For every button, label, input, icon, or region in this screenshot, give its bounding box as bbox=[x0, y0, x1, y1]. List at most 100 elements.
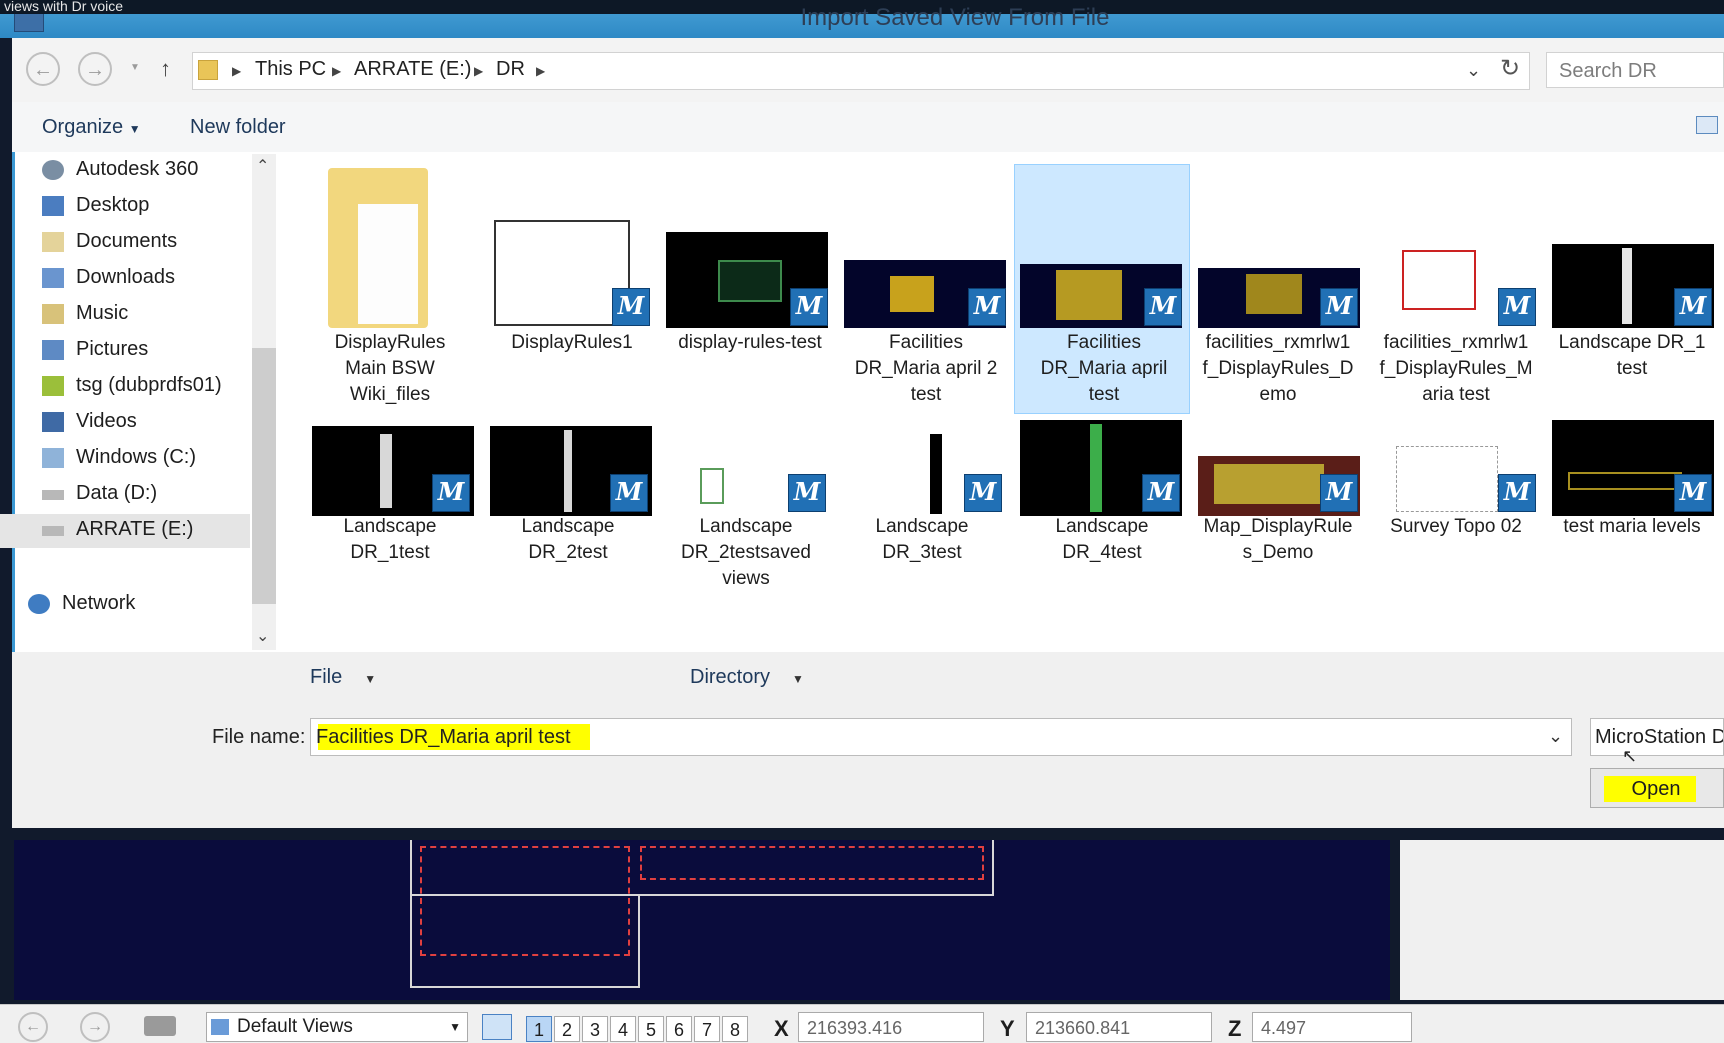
breadcrumb-separator-icon: ▶ bbox=[474, 64, 484, 78]
cloud-icon bbox=[42, 160, 64, 180]
views-dropdown-label: Default Views bbox=[237, 1016, 353, 1037]
tool-settings-panel bbox=[1400, 840, 1724, 1000]
z-coordinate-field[interactable]: 4.497 bbox=[1252, 1012, 1412, 1042]
caret-down-icon: ▼ bbox=[128, 122, 141, 136]
new-folder-button[interactable]: New folder bbox=[190, 116, 286, 139]
mouse-cursor-icon: ↖ bbox=[1622, 746, 1638, 766]
breadcrumb-separator-icon: ▶ bbox=[536, 64, 546, 78]
nav-item-arrate-e[interactable]: ARRATE (E:) bbox=[0, 514, 250, 548]
details-pane-icon[interactable] bbox=[1696, 116, 1718, 134]
documents-icon bbox=[42, 232, 64, 252]
back-button[interactable]: ← bbox=[26, 52, 60, 86]
nav-item-data-d[interactable]: Data (D:) bbox=[0, 478, 250, 512]
arrow-right-icon: → bbox=[87, 1018, 103, 1035]
column-header-file[interactable]: File ▼ bbox=[310, 666, 376, 689]
view-button-2[interactable]: 2 bbox=[554, 1016, 580, 1042]
organize-label: Organize bbox=[42, 116, 124, 138]
microstation-icon: M bbox=[788, 474, 826, 512]
thumbnail-detail bbox=[1246, 274, 1302, 314]
arrow-up-icon: ↑ bbox=[160, 56, 171, 81]
nav-item-windows-c[interactable]: Windows (C:) bbox=[0, 442, 250, 476]
organize-button[interactable]: Organize ▼ bbox=[42, 116, 141, 139]
thumbnail-detail bbox=[380, 434, 392, 508]
desktop-icon bbox=[42, 196, 64, 216]
thumbnail-facilities-maria bbox=[1402, 250, 1476, 310]
breadcrumb-this-pc[interactable]: This PC bbox=[255, 58, 326, 81]
breadcrumb-separator-icon: ▶ bbox=[232, 64, 242, 78]
file-name-dropdown[interactable]: ⌄ bbox=[1548, 726, 1563, 747]
view-windows-icon[interactable] bbox=[482, 1014, 512, 1040]
view-button-3[interactable]: 3 bbox=[582, 1016, 608, 1042]
file-type-filter[interactable]: MicroStation D bbox=[1590, 718, 1724, 756]
file-name-label: File name: bbox=[212, 726, 306, 748]
music-icon bbox=[42, 304, 64, 324]
nav-item-documents[interactable]: Documents bbox=[0, 226, 250, 260]
view-forward-button[interactable]: → bbox=[80, 1012, 110, 1042]
nav-item-tsg[interactable]: tsg (dubprdfs01) bbox=[0, 370, 250, 404]
views-dropdown[interactable]: Default Views ▼ bbox=[206, 1012, 468, 1042]
saved-views-icon[interactable] bbox=[144, 1016, 176, 1036]
thumbnail-detail bbox=[1568, 472, 1682, 490]
microstation-icon: M bbox=[1674, 288, 1712, 326]
up-button[interactable]: ↑ bbox=[160, 56, 171, 82]
drive-icon bbox=[42, 448, 64, 468]
open-button-label: Open bbox=[1631, 778, 1681, 800]
microstation-icon: M bbox=[964, 474, 1002, 512]
nav-item-music[interactable]: Music bbox=[0, 298, 250, 332]
y-coordinate-label: Y bbox=[1000, 1016, 1015, 1041]
view-button-1[interactable]: 1 bbox=[526, 1016, 552, 1042]
microstation-icon: M bbox=[1674, 474, 1712, 512]
nav-item-videos[interactable]: Videos bbox=[0, 406, 250, 440]
view-button-4[interactable]: 4 bbox=[610, 1016, 636, 1042]
nav-item-downloads[interactable]: Downloads bbox=[0, 262, 250, 296]
thumbnail-detail bbox=[890, 276, 934, 312]
nav-item-pictures[interactable]: Pictures bbox=[0, 334, 250, 368]
scroll-down-icon[interactable]: ⌄ bbox=[256, 626, 269, 646]
thumbnail-detail bbox=[1090, 424, 1102, 512]
view-button-7[interactable]: 7 bbox=[694, 1016, 720, 1042]
videos-icon bbox=[42, 412, 64, 432]
nav-scrollbar-thumb[interactable] bbox=[252, 348, 276, 604]
view-button-5[interactable]: 5 bbox=[638, 1016, 664, 1042]
folder-paper-icon bbox=[358, 204, 418, 324]
microstation-icon: M bbox=[432, 474, 470, 512]
microstation-icon: M bbox=[968, 288, 1006, 326]
y-coordinate-field[interactable]: 213660.841 bbox=[1026, 1012, 1212, 1042]
recent-locations-button[interactable]: ▼ bbox=[130, 62, 140, 73]
breadcrumb-arrate[interactable]: ARRATE (E:) bbox=[354, 58, 471, 81]
file-name-value: Facilities DR_Maria april test bbox=[316, 726, 571, 748]
views-icon bbox=[211, 1019, 229, 1035]
search-input[interactable]: Search DR bbox=[1546, 52, 1724, 88]
scroll-up-icon[interactable]: ⌃ bbox=[256, 156, 269, 176]
network-icon bbox=[28, 594, 50, 614]
breadcrumb-dr[interactable]: DR bbox=[496, 58, 525, 81]
downloads-icon bbox=[42, 268, 64, 288]
nav-item-autodesk-360[interactable]: Autodesk 360 bbox=[0, 154, 250, 188]
microstation-icon: M bbox=[610, 474, 648, 512]
drawing-room-block bbox=[420, 846, 630, 956]
caret-down-icon: ▼ bbox=[364, 672, 377, 686]
nav-item-network[interactable]: Network bbox=[0, 588, 236, 622]
network-drive-icon bbox=[42, 376, 64, 396]
view-button-6[interactable]: 6 bbox=[666, 1016, 692, 1042]
column-header-directory[interactable]: Directory ▼ bbox=[690, 666, 804, 689]
x-coordinate-label: X bbox=[774, 1016, 789, 1041]
arrow-right-icon: → bbox=[85, 59, 105, 81]
x-coordinate-field[interactable]: 216393.416 bbox=[798, 1012, 984, 1042]
microstation-icon: M bbox=[1498, 288, 1536, 326]
view-back-button[interactable]: ← bbox=[18, 1012, 48, 1042]
forward-button[interactable]: → bbox=[78, 52, 112, 86]
thumbnail-detail bbox=[1056, 270, 1122, 320]
view-button-8[interactable]: 8 bbox=[722, 1016, 748, 1042]
nav-item-desktop[interactable]: Desktop bbox=[0, 190, 250, 224]
microstation-icon: M bbox=[612, 288, 650, 326]
caret-down-icon: ▼ bbox=[792, 672, 804, 686]
refresh-icon: ↻ bbox=[1500, 55, 1521, 82]
chevron-down-icon: ⌄ bbox=[1548, 726, 1564, 746]
address-history-dropdown[interactable]: ⌄ bbox=[1466, 60, 1481, 81]
thumbnail-detail bbox=[564, 430, 572, 512]
drive-icon bbox=[42, 490, 64, 500]
refresh-button[interactable]: ↻ bbox=[1500, 54, 1520, 83]
drawing-room-block bbox=[640, 846, 984, 880]
arrow-left-icon: ← bbox=[25, 1018, 41, 1035]
